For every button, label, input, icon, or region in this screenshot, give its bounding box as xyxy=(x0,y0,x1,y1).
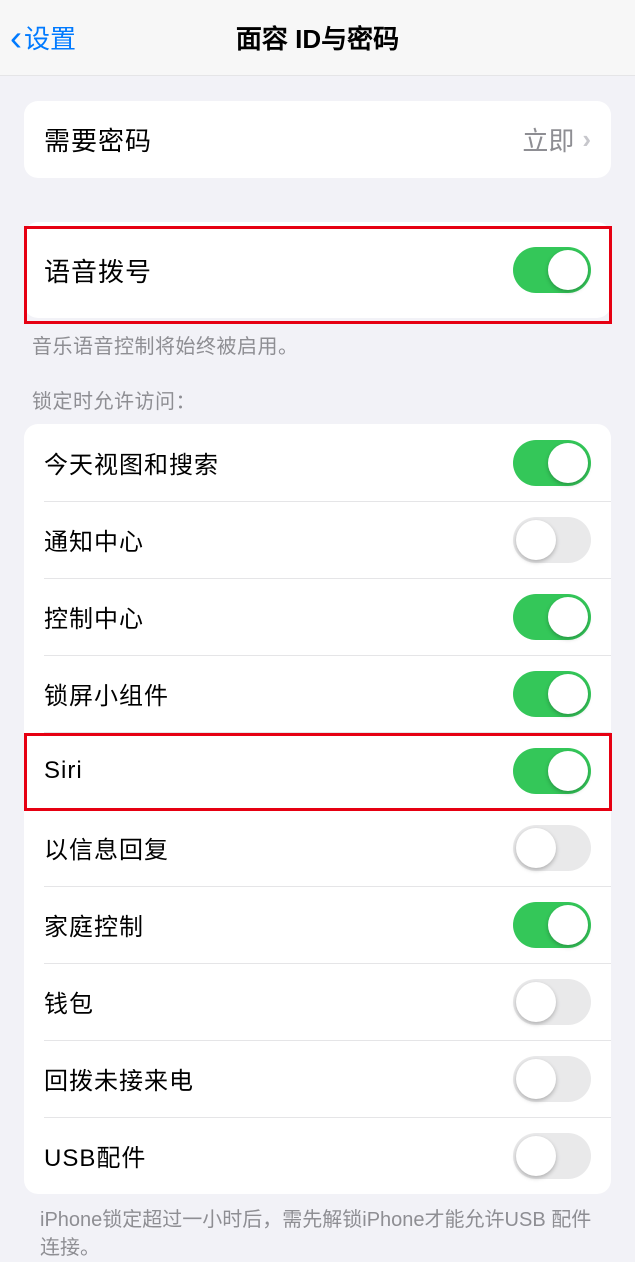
lock-item-row: 家庭控制 xyxy=(24,886,611,963)
chevron-right-icon: › xyxy=(582,124,591,155)
lock-item-toggle[interactable] xyxy=(513,594,591,640)
usb-footer: iPhone锁定超过一小时后，需先解锁iPhone才能允许USB 配件连接。 xyxy=(0,1194,635,1262)
require-passcode-value: 立即 › xyxy=(522,121,591,158)
require-passcode-label: 需要密码 xyxy=(44,121,152,158)
lock-item-toggle[interactable] xyxy=(513,902,591,948)
lock-item-label: 以信息回复 xyxy=(44,830,169,865)
lock-item-toggle[interactable] xyxy=(513,440,591,486)
lock-item-toggle[interactable] xyxy=(513,1133,591,1179)
back-label: 设置 xyxy=(24,19,76,56)
lock-item-toggle[interactable] xyxy=(513,517,591,563)
lock-item-label: USB配件 xyxy=(44,1138,146,1173)
lock-item-row: 控制中心 xyxy=(24,578,611,655)
lock-item-toggle[interactable] xyxy=(513,748,591,794)
chevron-left-icon: ‹ xyxy=(10,20,22,56)
lock-item-label: 控制中心 xyxy=(44,599,144,634)
lock-item-row: 锁屏小组件 xyxy=(24,655,611,732)
lock-access-list: 今天视图和搜索通知中心控制中心锁屏小组件 Siri 以信息回复家庭控制钱包回拨未接来… xyxy=(24,424,611,1194)
lock-item-label: 锁屏小组件 xyxy=(44,676,169,711)
lock-item-label: 钱包 xyxy=(44,984,94,1019)
lock-item-toggle[interactable] xyxy=(513,1056,591,1102)
lock-item-label: 家庭控制 xyxy=(44,907,144,942)
lock-item-row: USB配件 xyxy=(24,1117,611,1194)
require-passcode-row[interactable]: 需要密码 立即 › xyxy=(24,101,611,178)
lock-item-row: Siri xyxy=(24,732,611,809)
voice-dial-label: 语音拨号 xyxy=(44,252,152,289)
lock-item-label: 通知中心 xyxy=(44,522,144,557)
voice-dial-group: 语音拨号 xyxy=(24,222,611,318)
navbar: ‹ 设置 面容 ID与密码 xyxy=(0,0,635,76)
lock-item-label: Siri xyxy=(44,757,83,785)
passcode-group: 需要密码 立即 › xyxy=(24,101,611,178)
lock-item-row: 回拨未接来电 xyxy=(24,1040,611,1117)
lock-item-row: 钱包 xyxy=(24,963,611,1040)
voice-dial-footer: 音乐语音控制将始终被启用。 xyxy=(0,318,635,359)
voice-dial-row: 语音拨号 xyxy=(24,222,611,318)
voice-dial-toggle[interactable] xyxy=(513,247,591,293)
lock-item-label: 今天视图和搜索 xyxy=(44,445,219,480)
lock-item-row: 以信息回复 xyxy=(24,809,611,886)
lock-item-toggle[interactable] xyxy=(513,825,591,871)
lock-item-toggle[interactable] xyxy=(513,979,591,1025)
lock-item-row: 今天视图和搜索 xyxy=(24,424,611,501)
lock-access-header: 锁定时允许访问： xyxy=(0,385,635,424)
lock-item-label: 回拨未接来电 xyxy=(44,1061,194,1096)
back-button[interactable]: ‹ 设置 xyxy=(0,19,76,56)
lock-item-toggle[interactable] xyxy=(513,671,591,717)
lock-item-row: 通知中心 xyxy=(24,501,611,578)
page-title: 面容 ID与密码 xyxy=(0,19,635,56)
